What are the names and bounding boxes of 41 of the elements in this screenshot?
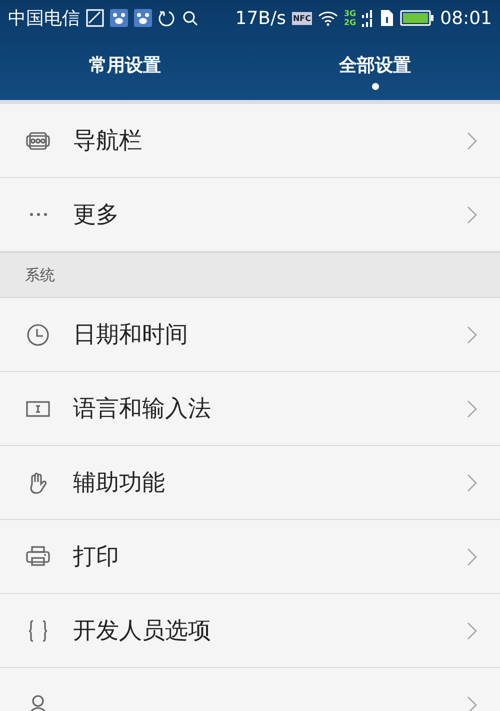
settings-row[interactable]: 导航栏 (0, 104, 500, 178)
row-label: 日期和时间 (73, 321, 189, 350)
more-icon (30, 213, 46, 216)
carrier-name: 中国电信 (8, 7, 80, 30)
sync-icon (158, 9, 176, 27)
chevron-icon (466, 546, 478, 566)
nfc-badge: NFC (292, 12, 312, 24)
chevron-icon (466, 472, 478, 492)
row-label: 导航栏 (73, 127, 143, 156)
section-header: 系统 (0, 252, 500, 298)
chevron-icon (466, 324, 478, 344)
network-speed: 17B/s (235, 8, 286, 28)
signal-icon (362, 9, 374, 27)
paw-icon (134, 9, 152, 27)
clock-time: 08:01 (440, 8, 492, 28)
settings-row[interactable]: 辅助功能 (0, 446, 500, 520)
chevron-icon (466, 398, 478, 418)
chevron-icon (466, 204, 478, 224)
row-label: 更多 (73, 201, 120, 230)
row-label: 辅助功能 (73, 469, 166, 498)
settings-row[interactable]: 日期和时间 (0, 298, 500, 372)
network-type: 3G (344, 9, 356, 18)
settings-row[interactable]: 打印 (0, 520, 500, 594)
battery-icon (400, 10, 434, 26)
wifi-icon (318, 10, 338, 26)
search-icon (182, 10, 198, 26)
settings-row[interactable]: 语言和输入法 (0, 372, 500, 446)
settings-tab[interactable]: 全部设置 (250, 36, 500, 100)
sim-card-icon (380, 9, 394, 27)
chevron-icon (466, 130, 478, 150)
row-label: 打印 (73, 543, 120, 572)
clock-icon (25, 322, 51, 348)
paw-icon (110, 9, 128, 27)
settings-row[interactable]: 开发人员选项 (0, 594, 500, 668)
settings-tab[interactable]: 常用设置 (0, 36, 250, 100)
chevron-icon (466, 694, 478, 711)
row-label: 开发人员选项 (73, 617, 212, 646)
row-label: 语言和输入法 (73, 395, 212, 424)
network-type: 2G (344, 18, 356, 27)
chevron-icon (466, 620, 478, 640)
image-icon (86, 9, 104, 27)
